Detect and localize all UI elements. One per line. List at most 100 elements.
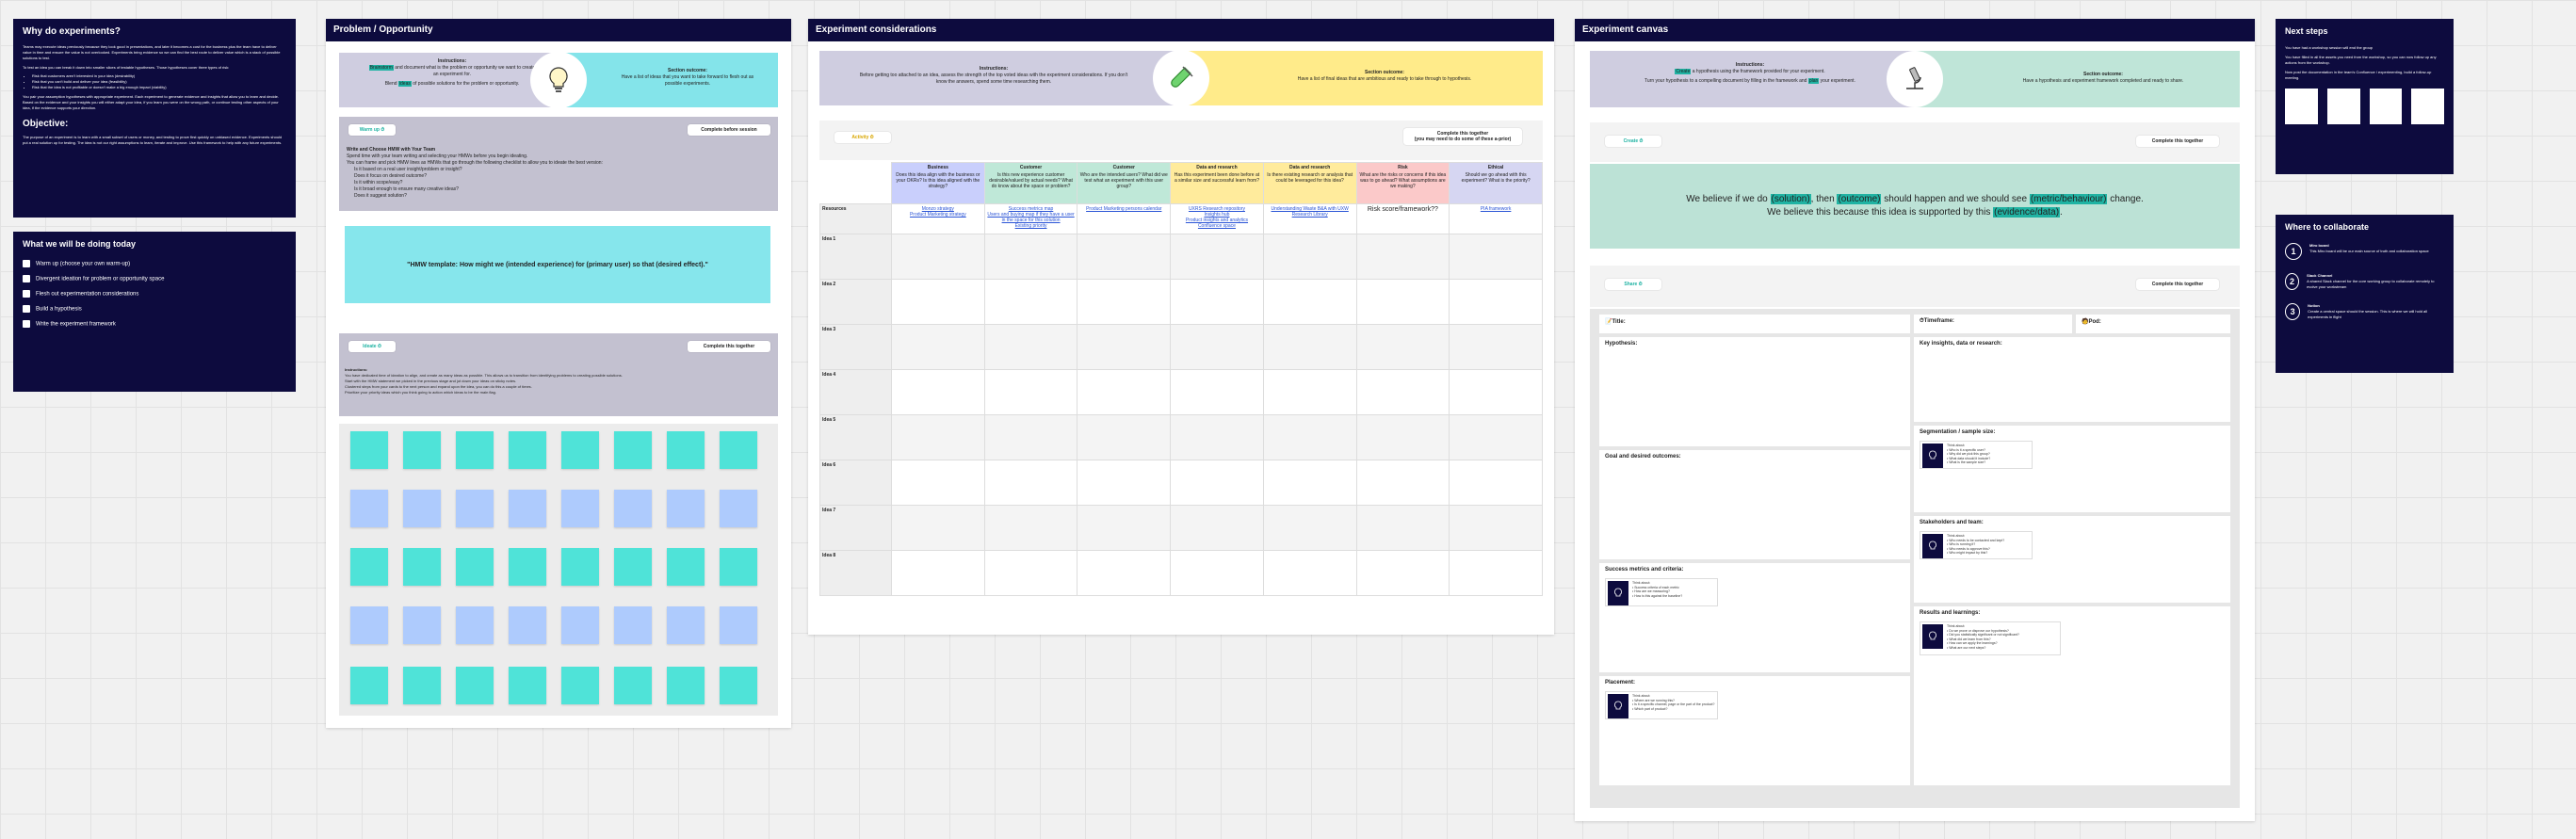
- sticky-note[interactable]: [720, 667, 757, 704]
- table-cell[interactable]: [1077, 234, 1172, 280]
- sticky-note[interactable]: [509, 606, 546, 644]
- table-cell[interactable]: [1262, 369, 1357, 415]
- table-cell[interactable]: Product Marketing persons calendar: [1077, 203, 1172, 234]
- insights-field[interactable]: Key insights, data or research:: [1914, 337, 2230, 422]
- table-cell[interactable]: [891, 324, 985, 370]
- table-cell[interactable]: [1170, 550, 1264, 596]
- table-cell[interactable]: PIA framework: [1449, 203, 1543, 234]
- table-cell[interactable]: [983, 234, 1078, 280]
- hmw-template-note[interactable]: "HMW template: How might we (intended ex…: [345, 226, 770, 303]
- sticky-note[interactable]: [350, 548, 388, 586]
- table-cell[interactable]: [983, 550, 1078, 596]
- resource-link[interactable]: PIA framework: [1481, 206, 1512, 212]
- table-cell[interactable]: [1355, 414, 1450, 460]
- checkbox[interactable]: [23, 305, 30, 313]
- table-cell[interactable]: [983, 279, 1078, 325]
- sticky-note[interactable]: [509, 667, 546, 704]
- table-cell[interactable]: [1170, 369, 1264, 415]
- table-cell[interactable]: [891, 460, 985, 506]
- sticky-note[interactable]: [614, 548, 652, 586]
- table-cell[interactable]: [1449, 324, 1543, 370]
- table-cell[interactable]: [1355, 324, 1450, 370]
- agenda-item[interactable]: Build a hypothesis: [23, 305, 286, 313]
- sticky-note[interactable]: [456, 548, 494, 586]
- table-cell[interactable]: UXRS Research repository Insights hub Pr…: [1170, 203, 1264, 234]
- table-cell[interactable]: [1449, 279, 1543, 325]
- sticky-note[interactable]: [456, 667, 494, 704]
- checkbox[interactable]: [23, 260, 30, 267]
- complete-before-session-button[interactable]: Complete before session: [688, 124, 770, 136]
- sticky-note[interactable]: [667, 490, 705, 527]
- sticky-note[interactable]: [561, 431, 599, 469]
- table-cell[interactable]: Risk score/framework??: [1355, 203, 1450, 234]
- sticky-note[interactable]: [350, 490, 388, 527]
- table-cell[interactable]: [1449, 550, 1543, 596]
- table-cell[interactable]: [891, 414, 985, 460]
- table-cell[interactable]: [1355, 369, 1450, 415]
- sticky-note[interactable]: [403, 548, 441, 586]
- table-cell[interactable]: [1355, 234, 1450, 280]
- title-field[interactable]: 📝Title:: [1599, 315, 1910, 333]
- table-cell[interactable]: [1262, 234, 1357, 280]
- sticky-note[interactable]: [720, 548, 757, 586]
- sticky-note[interactable]: [561, 490, 599, 527]
- table-cell[interactable]: [1077, 324, 1172, 370]
- table-cell[interactable]: [1170, 234, 1264, 280]
- table-cell[interactable]: [983, 369, 1078, 415]
- table-cell[interactable]: [1262, 279, 1357, 325]
- sticky-note[interactable]: [614, 606, 652, 644]
- sticky-note[interactable]: [667, 548, 705, 586]
- table-cell[interactable]: [1170, 505, 1264, 551]
- complete-together-button[interactable]: Complete this together (you may need to …: [1403, 128, 1522, 145]
- sticky-note[interactable]: [561, 667, 599, 704]
- table-cell[interactable]: [1262, 414, 1357, 460]
- pod-field[interactable]: 🧑Pod:: [2076, 315, 2230, 333]
- table-cell[interactable]: [1449, 460, 1543, 506]
- table-cell[interactable]: [891, 505, 985, 551]
- table-cell[interactable]: [1262, 505, 1357, 551]
- sticky-note[interactable]: [403, 606, 441, 644]
- sticky-note[interactable]: [403, 431, 441, 469]
- table-cell[interactable]: [1355, 460, 1450, 506]
- resource-link[interactable]: Monzo strategy Product Marketing strateg…: [910, 206, 966, 218]
- sticky-note[interactable]: [350, 606, 388, 644]
- sticky-note[interactable]: [720, 606, 757, 644]
- sticky-note[interactable]: [667, 667, 705, 704]
- sticky-note[interactable]: [561, 606, 599, 644]
- sticky-note[interactable]: [614, 490, 652, 527]
- sticky-note[interactable]: [614, 667, 652, 704]
- table-cell[interactable]: [1077, 550, 1172, 596]
- table-cell[interactable]: [1077, 505, 1172, 551]
- agenda-item[interactable]: Write the experiment framework: [23, 320, 286, 328]
- sticky-note[interactable]: [456, 606, 494, 644]
- sticky-note[interactable]: [720, 431, 757, 469]
- table-cell[interactable]: Understanding Waste B&A with UXW Researc…: [1262, 203, 1357, 234]
- table-cell[interactable]: [1077, 460, 1172, 506]
- table-cell[interactable]: [1449, 234, 1543, 280]
- stakeholders-field[interactable]: Stakeholders and team: Think about: • Wh…: [1914, 516, 2230, 603]
- timeframe-field[interactable]: ⏱Timeframe:: [1914, 315, 2072, 333]
- resource-link[interactable]: UXRS Research repository Insights hub Pr…: [1186, 206, 1248, 229]
- checkbox[interactable]: [23, 275, 30, 282]
- agenda-item[interactable]: Divergent ideation for problem or opport…: [23, 275, 286, 282]
- checkbox[interactable]: [23, 290, 30, 298]
- table-cell[interactable]: Monzo strategy Product Marketing strateg…: [891, 203, 985, 234]
- table-cell[interactable]: [983, 460, 1078, 506]
- sticky-note[interactable]: [403, 490, 441, 527]
- sticky-note[interactable]: [509, 431, 546, 469]
- resource-link[interactable]: Product Marketing persons calendar: [1086, 206, 1161, 212]
- collab-item[interactable]: 2 Slack Channel A shared Slack channel fo…: [2285, 273, 2444, 290]
- table-cell[interactable]: [1170, 414, 1264, 460]
- table-cell[interactable]: [983, 414, 1078, 460]
- results-field[interactable]: Results and learnings: Think about: • Do…: [1914, 606, 2230, 785]
- goal-field[interactable]: Goal and desired outcomes:: [1599, 450, 1910, 559]
- resource-link[interactable]: Understanding Waste B&A with UXW Researc…: [1271, 206, 1348, 218]
- table-cell[interactable]: [1449, 505, 1543, 551]
- sticky-note[interactable]: [720, 490, 757, 527]
- table-cell[interactable]: [1170, 279, 1264, 325]
- segmentation-field[interactable]: Segmentation / sample size: Think about:…: [1914, 426, 2230, 512]
- table-cell[interactable]: [1262, 460, 1357, 506]
- table-cell[interactable]: [1077, 279, 1172, 325]
- agenda-item[interactable]: Flesh out experimentation considerations: [23, 290, 286, 298]
- table-cell[interactable]: [891, 550, 985, 596]
